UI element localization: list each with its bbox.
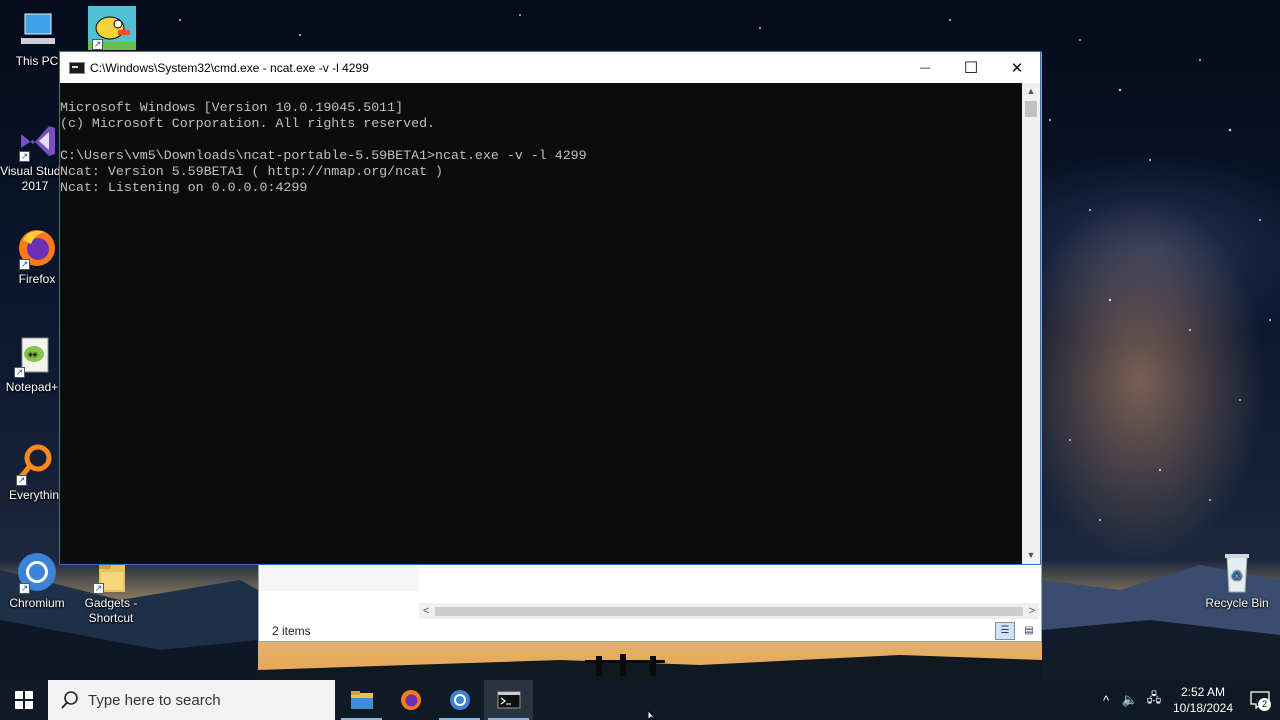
system-tray: ^ 🔈 🖧 2:52 AM 10/18/2024 2: [1094, 680, 1280, 720]
visual-studio-icon: ↗: [15, 118, 59, 162]
console-output[interactable]: Microsoft Windows [Version 10.0.19045.50…: [60, 83, 1022, 564]
taskbar-clock[interactable]: 2:52 AM 10/18/2024: [1166, 684, 1240, 716]
taskbar-chromium[interactable]: [435, 680, 484, 720]
cmd-window-title: C:\Windows\System32\cmd.exe - ncat.exe -…: [90, 60, 369, 75]
scroll-up-icon[interactable]: ▲: [1022, 83, 1040, 100]
everything-search-icon: ↗: [12, 442, 56, 486]
cmd-window[interactable]: C:\Windows\System32\cmd.exe - ncat.exe -…: [59, 51, 1041, 565]
clock-time: 2:52 AM: [1180, 685, 1226, 699]
windows-logo-icon: [15, 691, 33, 709]
computer-icon: [15, 8, 59, 52]
explorer-horizontal-scrollbar[interactable]: < >: [419, 603, 1039, 619]
console-line: C:\Users\vm5\Downloads\ncat-portable-5.5…: [60, 148, 587, 163]
chromium-icon: [449, 690, 470, 710]
desktop-icon-flappy-bird[interactable]: ↗: [86, 6, 138, 52]
taskbar-search-box[interactable]: Type here to search: [48, 680, 335, 720]
notepadpp-icon: ++ ↗: [10, 334, 54, 378]
chevron-up-icon[interactable]: ^: [1094, 693, 1118, 708]
taskbar-file-explorer[interactable]: [337, 680, 386, 720]
shortcut-arrow-icon: ↗: [19, 151, 30, 162]
desktop-icon-recycle-bin[interactable]: ♻ Recycle Bin: [1200, 550, 1274, 611]
console-line: Microsoft Windows [Version 10.0.19045.50…: [60, 100, 404, 115]
shortcut-arrow-icon: ↗: [19, 259, 30, 270]
svg-text:++: ++: [28, 350, 38, 359]
search-icon: [61, 691, 78, 709]
console-line: Ncat: Listening on 0.0.0.0:4299: [60, 180, 308, 195]
scroll-left-icon[interactable]: <: [423, 603, 429, 619]
clock-date: 10/18/2024: [1172, 701, 1234, 715]
chromium-icon: ↗: [15, 550, 59, 594]
flappy-bird-icon: ↗: [88, 6, 136, 50]
taskbar: Type here to search ^ 🔈 🖧 2:52 AM 10/18/…: [0, 680, 1280, 720]
firefox-icon: [400, 690, 421, 710]
mouse-cursor-icon: [648, 710, 657, 720]
search-placeholder: Type here to search: [88, 691, 221, 709]
folder-icon: ↗: [89, 560, 133, 594]
volume-muted-icon[interactable]: 🔈: [1118, 692, 1142, 708]
svg-text:♻: ♻: [1231, 569, 1243, 584]
minimize-icon: —: [919, 61, 931, 74]
console-line: Ncat: Version 5.59BETA1 ( http://nmap.or…: [60, 164, 444, 179]
shortcut-arrow-icon: ↗: [16, 475, 27, 486]
start-button[interactable]: [0, 680, 48, 720]
recycle-bin-icon: ♻: [1215, 550, 1259, 594]
minimize-button[interactable]: —: [902, 52, 948, 83]
desktop-icon-gadgets[interactable]: ↗ Gadgets - Shortcut: [74, 560, 148, 626]
action-center-button[interactable]: 2: [1240, 680, 1280, 720]
cmd-icon: [497, 691, 520, 709]
close-icon: ✕: [1010, 58, 1024, 77]
notification-count-badge: 2: [1258, 698, 1271, 711]
network-icon[interactable]: 🖧: [1142, 689, 1166, 711]
desktop-icon-label: Chromium: [9, 596, 65, 610]
shortcut-arrow-icon: ↗: [14, 367, 25, 378]
file-explorer-icon: [350, 691, 373, 709]
shortcut-arrow-icon: ↗: [92, 39, 103, 50]
console-line: (c) Microsoft Corporation. All rights re…: [60, 116, 436, 131]
shortcut-arrow-icon: ↗: [19, 583, 30, 594]
close-button[interactable]: ✕: [994, 52, 1040, 83]
console-vertical-scrollbar[interactable]: ▲ ▼: [1022, 83, 1040, 564]
desktop-icon-label: Recycle Bin: [1205, 596, 1269, 610]
cmd-titlebar[interactable]: C:\Windows\System32\cmd.exe - ncat.exe -…: [60, 52, 1040, 83]
maximize-icon: ☐: [963, 58, 979, 77]
large-icons-view-icon[interactable]: ▤: [1019, 622, 1039, 640]
explorer-navigation-pane[interactable]: [259, 563, 419, 591]
scroll-down-icon[interactable]: ▼: [1022, 547, 1040, 564]
cmd-app-icon: [69, 61, 85, 74]
scrollbar-thumb[interactable]: [435, 607, 1023, 616]
details-view-icon[interactable]: ☰: [995, 622, 1015, 640]
scrollbar-thumb[interactable]: [1025, 101, 1037, 117]
desktop-icon-label: Gadgets - Shortcut: [84, 596, 138, 625]
taskbar-firefox[interactable]: [386, 680, 435, 720]
explorer-status-text: 2 items: [272, 624, 311, 638]
firefox-icon: ↗: [15, 226, 59, 270]
maximize-button[interactable]: ☐: [948, 52, 994, 83]
taskbar-cmd[interactable]: [484, 680, 533, 720]
shortcut-arrow-icon: ↗: [93, 583, 104, 594]
scroll-right-icon[interactable]: >: [1029, 603, 1035, 619]
